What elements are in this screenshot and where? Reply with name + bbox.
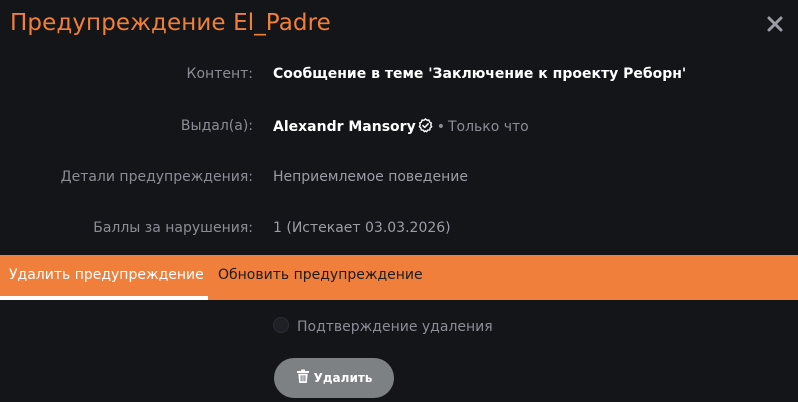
warning-details-label: Детали предупреждения: [60, 169, 253, 185]
points-row: Баллы за нарушения: 1 (Истекает 03.03.20… [0, 220, 798, 242]
tab-delete-warning[interactable]: Удалить предупреждение [0, 255, 208, 300]
points-label: Баллы за нарушения: [93, 220, 253, 236]
issuer-username[interactable]: Alexandr Mansory [273, 119, 416, 135]
content-value[interactable]: Сообщение в теме 'Заключение к проекту Р… [273, 66, 686, 82]
tab-bar: Удалить предупреждение Обновить предупре… [0, 255, 798, 300]
separator-dot: • [436, 119, 445, 135]
warning-details-row: Детали предупреждения: Неприемлемое пове… [0, 169, 798, 191]
issued-time: Только что [447, 119, 529, 135]
content-row: Контент: Сообщение в теме 'Заключение к … [0, 66, 798, 88]
content-label: Контент: [186, 66, 253, 82]
tab-update-warning[interactable]: Обновить предупреждение [218, 255, 423, 300]
issued-by-row: Выдал(а): Alexandr Mansory • Только что [0, 118, 798, 140]
points-value: 1 (Истекает 03.03.2026) [273, 220, 451, 236]
warning-details-value: Неприемлемое поведение [273, 169, 468, 185]
warning-dialog: Предупреждение El_Padre Контент: Сообщен… [0, 0, 798, 402]
issued-by-label: Выдал(а): [180, 118, 253, 134]
issued-by-value: Alexandr Mansory • Только что [273, 118, 529, 135]
close-icon[interactable] [764, 13, 786, 35]
verified-icon [418, 118, 433, 133]
delete-button[interactable]: Удалить [274, 358, 394, 398]
trash-icon [296, 360, 310, 383]
delete-button-label: Удалить [313, 371, 373, 385]
confirm-delete-option[interactable]: Подтверждение удаления [273, 317, 493, 335]
confirm-delete-label: Подтверждение удаления [297, 319, 493, 335]
dialog-title: Предупреждение El_Padre [10, 10, 331, 36]
confirm-delete-radio[interactable] [273, 317, 289, 333]
